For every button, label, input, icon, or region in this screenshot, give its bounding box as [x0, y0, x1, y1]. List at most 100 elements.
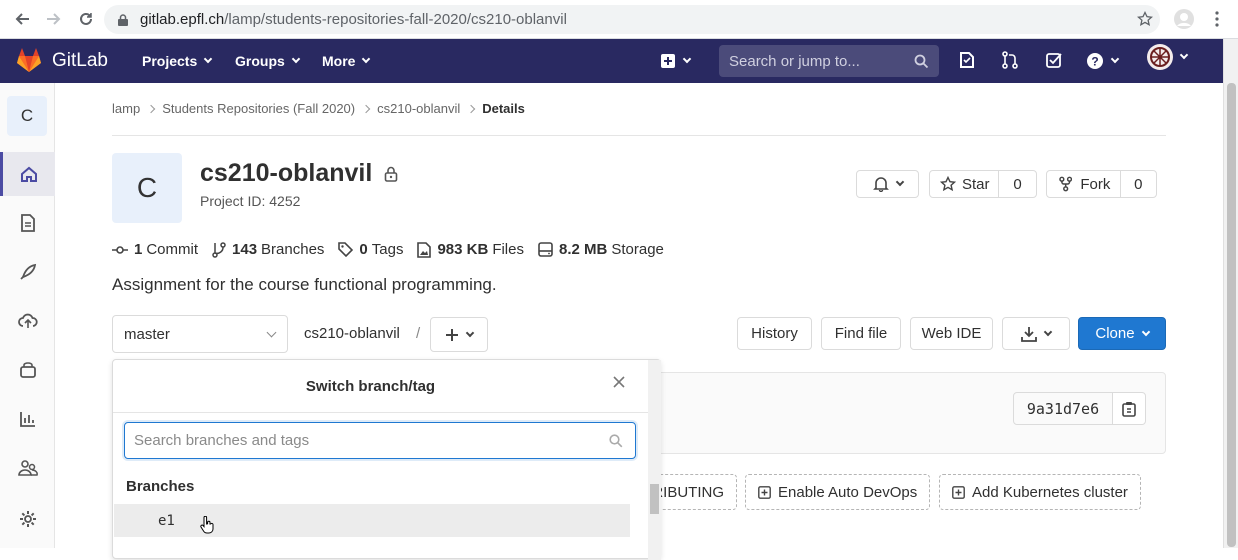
tag-icon	[338, 242, 354, 257]
storage-stat[interactable]: 8.2 MB Storage	[538, 241, 664, 258]
commits-stat[interactable]: 1 Commit	[112, 241, 198, 258]
star-count[interactable]: 0	[998, 171, 1036, 197]
web-ide-button[interactable]: Web IDE	[910, 317, 993, 350]
more-menu[interactable]: More	[322, 39, 371, 83]
chevron-down-icon	[682, 54, 692, 64]
enable-auto-devops-button[interactable]: Enable Auto DevOps	[745, 474, 931, 510]
users-icon	[17, 460, 38, 476]
add-kubernetes-cluster-button[interactable]: Add Kubernetes cluster	[939, 474, 1141, 510]
user-menu[interactable]	[1147, 44, 1197, 70]
search-icon	[914, 54, 929, 69]
copy-sha-button[interactable]	[1112, 392, 1146, 425]
page-scrollbar[interactable]	[1223, 39, 1238, 548]
back-icon[interactable]	[11, 8, 33, 30]
help-dropdown[interactable]: ?	[1086, 51, 1126, 71]
star-label: Star	[962, 175, 990, 193]
groups-menu[interactable]: Groups	[235, 39, 301, 83]
todos-icon[interactable]	[1045, 51, 1065, 71]
clone-dropdown[interactable]: Clone	[1078, 317, 1166, 350]
fork-label: Fork	[1080, 175, 1111, 193]
star-button[interactable]: Star 0	[929, 170, 1037, 198]
branch-name: e1	[158, 512, 175, 529]
breadcrumb-current[interactable]: Details	[482, 101, 525, 116]
document-icon	[20, 214, 35, 232]
find-file-button[interactable]: Find file	[821, 317, 901, 350]
fork-button[interactable]: Fork 0	[1046, 170, 1157, 198]
repo-path-link[interactable]: cs210-oblanvil	[304, 325, 400, 342]
commit-sha[interactable]: 9a31d7e6	[1013, 392, 1113, 425]
kebab-menu-icon[interactable]	[1206, 8, 1228, 30]
sidebar-item-analytics[interactable]	[0, 397, 55, 441]
commit-icon	[112, 245, 128, 254]
plus-square-icon	[758, 485, 771, 499]
gear-icon	[19, 511, 36, 527]
fork-icon	[1059, 176, 1073, 192]
rocket-icon	[19, 263, 36, 280]
plus-square-icon	[661, 54, 675, 68]
fork-count[interactable]: 0	[1119, 171, 1156, 197]
breadcrumb: lamp Students Repositories (Fall 2020) c…	[112, 101, 525, 116]
search-placeholder: Search or jump to...	[729, 52, 860, 70]
sidebar-item-repository[interactable]	[0, 201, 55, 245]
download-icon	[1021, 326, 1037, 342]
dropdown-scrollbar-thumb[interactable]	[650, 484, 659, 514]
branch-select-dropdown[interactable]: master	[112, 315, 288, 353]
branches-stat[interactable]: 143 Branches	[212, 241, 324, 258]
clone-label: Clone	[1095, 325, 1135, 342]
branch-icon	[212, 241, 226, 258]
top-navbar: GitLab Projects Groups More Search or ju…	[0, 39, 1223, 83]
sidebar-item-packages[interactable]	[0, 348, 55, 392]
new-item-dropdown[interactable]	[660, 51, 700, 71]
search-input[interactable]: Search or jump to...	[719, 45, 939, 77]
reload-icon[interactable]	[75, 8, 97, 30]
sidebar-item-ci-cd[interactable]	[0, 250, 55, 294]
chevron-down-icon	[204, 54, 213, 64]
gitlab-logo[interactable]: GitLab	[16, 48, 108, 73]
branch-search-placeholder: Search branches and tags	[134, 432, 310, 449]
files-stat[interactable]: 983 KB Files	[417, 241, 524, 258]
help-icon: ?	[1087, 53, 1103, 69]
branch-select-value: master	[124, 325, 170, 343]
issues-icon[interactable]	[958, 51, 978, 71]
projects-menu[interactable]: Projects	[142, 39, 213, 83]
url-host: gitlab.epfl.ch	[140, 11, 225, 28]
cloud-upload-icon	[17, 313, 38, 328]
breadcrumb-item-students-repositories[interactable]: Students Repositories (Fall 2020)	[162, 101, 355, 116]
project-sidebar: C	[0, 83, 55, 548]
forward-icon[interactable]	[43, 8, 65, 30]
history-button[interactable]: History	[737, 317, 812, 350]
project-description: Assignment for the course functional pro…	[112, 275, 497, 294]
plus-square-icon	[952, 485, 965, 499]
branch-list-item[interactable]: e1	[114, 504, 630, 537]
branch-search-input[interactable]: Search branches and tags	[124, 422, 636, 459]
main-content: lamp Students Repositories (Fall 2020) c…	[56, 83, 1223, 560]
tags-stat[interactable]: 0 Tags	[338, 241, 403, 258]
bookmark-star-icon[interactable]	[1134, 8, 1156, 30]
sidebar-item-operations[interactable]	[0, 299, 55, 343]
download-dropdown[interactable]	[1002, 317, 1070, 350]
plus-icon	[446, 328, 458, 341]
notification-button[interactable]	[856, 170, 919, 198]
commits-count: 1	[134, 241, 143, 258]
page-scrollbar-thumb[interactable]	[1227, 83, 1236, 547]
sidebar-project-avatar[interactable]: C	[7, 96, 47, 136]
breadcrumb-item-lamp[interactable]: lamp	[112, 101, 140, 116]
gitlab-tanuki-icon	[17, 48, 41, 72]
profile-icon[interactable]	[1173, 8, 1195, 30]
sidebar-item-members[interactable]	[0, 446, 55, 490]
chevron-right-icon	[361, 104, 371, 113]
merge-requests-icon[interactable]	[1001, 51, 1021, 71]
dropdown-scrollbar[interactable]	[648, 360, 661, 560]
groups-menu-label: Groups	[235, 53, 285, 69]
project-stats: 1 Commit 143 Branches 0 Tags 983 KB Files 8.…	[112, 241, 678, 258]
sidebar-item-project-overview[interactable]	[0, 152, 55, 196]
url-path: /lamp/students-repositories-fall-2020/cs…	[224, 11, 567, 28]
sidebar-item-settings[interactable]	[0, 497, 55, 541]
close-icon[interactable]	[613, 376, 625, 388]
search-icon	[609, 434, 623, 448]
add-to-tree-dropdown[interactable]	[430, 317, 488, 352]
breadcrumb-item-project[interactable]: cs210-oblanvil	[377, 101, 460, 116]
tags-count: 0	[359, 241, 368, 258]
commits-label: Commit	[146, 241, 199, 258]
address-bar[interactable]: gitlab.epfl.ch/lamp/students-repositorie…	[104, 5, 1160, 34]
